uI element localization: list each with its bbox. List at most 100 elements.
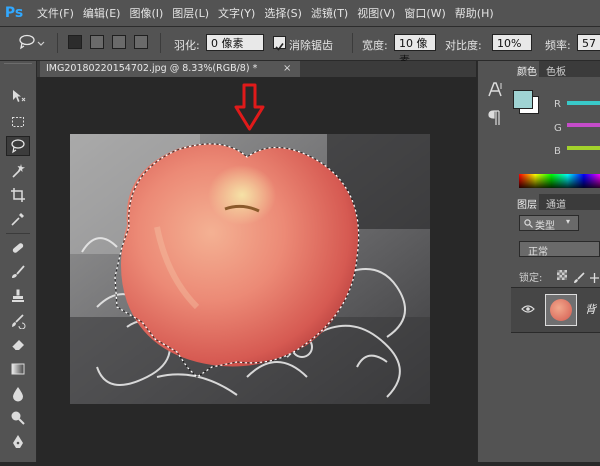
history-brush-icon: [12, 314, 26, 329]
move-arrows-icon: [590, 273, 599, 283]
menu-window[interactable]: 窗口(W): [404, 5, 445, 21]
panel-grip[interactable]: [4, 63, 32, 70]
divider: [57, 33, 58, 53]
marquee-tool[interactable]: [6, 112, 30, 132]
layer-name: 背: [585, 303, 596, 316]
menu-select[interactable]: 选择(S): [264, 5, 302, 21]
color-tab-label: 颜色: [517, 67, 537, 78]
clone-stamp-tool[interactable]: [6, 286, 30, 306]
divider: [352, 33, 353, 53]
width-label: 宽度:: [362, 39, 388, 52]
menu-help[interactable]: 帮助(H): [455, 5, 494, 21]
lock-position-button[interactable]: [589, 269, 600, 283]
channels-tab[interactable]: 通道: [546, 196, 566, 211]
blur-drop-icon: [13, 387, 23, 402]
document-tab[interactable]: IMG20180220154702.jpg @ 8.33%(RGB/8) *: [40, 61, 300, 77]
move-tool[interactable]: [6, 86, 30, 106]
blend-mode-label: 正常: [528, 247, 548, 258]
foreground-color-swatch[interactable]: [513, 90, 533, 109]
antialias-checkbox[interactable]: [273, 36, 286, 51]
options-bar: 羽化: 0 像素 消除锯齿 宽度: 10 像素 对比度: 10% 频率: 57: [0, 27, 600, 67]
eyedropper-icon: [11, 213, 24, 226]
width-input[interactable]: 10 像素: [394, 34, 436, 67]
crop-tool[interactable]: [6, 185, 30, 205]
layer-kind-filter[interactable]: 类型 ▾: [519, 215, 579, 232]
blue-slider[interactable]: [567, 146, 600, 150]
layers-tab-label: 图层: [517, 200, 537, 211]
menu-type[interactable]: 文字(Y): [218, 5, 255, 21]
gradient-tool[interactable]: [6, 359, 30, 379]
magic-wand-tool[interactable]: [6, 161, 30, 181]
healing-brush-icon: [12, 243, 24, 253]
pen-icon: [13, 435, 23, 448]
crop-icon: [11, 188, 25, 202]
pen-tool[interactable]: [6, 432, 30, 452]
magic-wand-icon: [12, 164, 25, 178]
menu-edit[interactable]: 编辑(E): [83, 5, 121, 21]
dodge-icon: [11, 411, 25, 425]
blue-channel-label: B: [554, 146, 561, 157]
swatches-tab[interactable]: 色板: [546, 63, 566, 78]
tool-preset-picker[interactable]: [16, 33, 46, 53]
eraser-tool[interactable]: [6, 335, 30, 355]
menu-file[interactable]: 文件(F): [37, 5, 74, 21]
blend-mode-dropdown[interactable]: 正常: [519, 241, 600, 258]
paragraph-icon: [488, 110, 500, 125]
feather-input[interactable]: 0 像素: [206, 34, 264, 51]
feather-label: 羽化:: [174, 39, 200, 52]
menu-image[interactable]: 图像(I): [129, 5, 163, 21]
photoshop-logo: Ps: [4, 5, 24, 21]
divider: [160, 33, 161, 53]
dodge-tool[interactable]: [6, 408, 30, 428]
lock-pixels-button[interactable]: [573, 269, 585, 283]
lock-transparency-icon[interactable]: [557, 270, 567, 280]
healing-brush-tool[interactable]: [6, 238, 30, 258]
eyedropper-tool[interactable]: [6, 209, 30, 229]
tools-panel: [0, 61, 37, 462]
red-slider[interactable]: [567, 101, 600, 105]
contrast-input[interactable]: 10%: [492, 34, 532, 51]
red-channel-label: R: [554, 99, 561, 110]
magnetic-lasso-tool[interactable]: [6, 136, 30, 156]
blur-tool[interactable]: [6, 384, 30, 404]
eraser-icon: [11, 340, 24, 351]
menu-filter[interactable]: 滤镜(T): [311, 5, 348, 21]
intersect-selection-button[interactable]: [134, 35, 148, 49]
green-slider[interactable]: [567, 123, 600, 127]
magnetic-lasso-icon: [19, 34, 45, 50]
contrast-label: 对比度:: [445, 39, 482, 52]
rectangle-marquee-icon: [12, 117, 24, 127]
subtract-from-selection-button[interactable]: [112, 35, 126, 49]
layer-thumbnail: [545, 294, 577, 326]
character-panel-button[interactable]: [487, 81, 503, 99]
menu-layer[interactable]: 图层(L): [172, 5, 209, 21]
divider: [6, 233, 30, 234]
magnetic-lasso-icon: [11, 139, 25, 154]
frequency-input[interactable]: 57: [577, 34, 600, 51]
checkmark-icon: [275, 43, 284, 51]
new-selection-button[interactable]: [68, 35, 82, 49]
add-to-selection-button[interactable]: [90, 35, 104, 49]
color-spectrum-ramp[interactable]: [519, 174, 600, 188]
layer-row-background[interactable]: 背: [511, 287, 600, 333]
document-canvas[interactable]: [37, 77, 476, 462]
red-down-arrow: [234, 83, 265, 131]
green-channel-label: G: [554, 123, 562, 134]
clone-stamp-icon: [12, 289, 24, 302]
character-a-icon: [488, 82, 502, 97]
collapsed-panels-strip: [477, 61, 511, 462]
antialias-label: 消除锯齿: [289, 39, 333, 52]
history-brush-tool[interactable]: [6, 311, 30, 331]
close-tab-button[interactable]: ×: [283, 61, 295, 77]
frequency-label: 频率:: [545, 39, 571, 52]
brush-tool[interactable]: [6, 262, 30, 282]
menu-view[interactable]: 视图(V): [357, 5, 395, 21]
chevron-down-icon: ▾: [566, 217, 571, 226]
brush-icon: [574, 272, 585, 283]
lock-label: 锁定:: [519, 273, 543, 284]
visibility-eye-icon[interactable]: [521, 304, 535, 314]
paragraph-panel-button[interactable]: [487, 109, 503, 127]
canvas-area[interactable]: [37, 77, 476, 462]
move-icon: [13, 90, 26, 102]
right-panels: 颜色 色板 R G B 图层 通道 类型 ▾ 正常 锁定: 背: [511, 61, 600, 462]
